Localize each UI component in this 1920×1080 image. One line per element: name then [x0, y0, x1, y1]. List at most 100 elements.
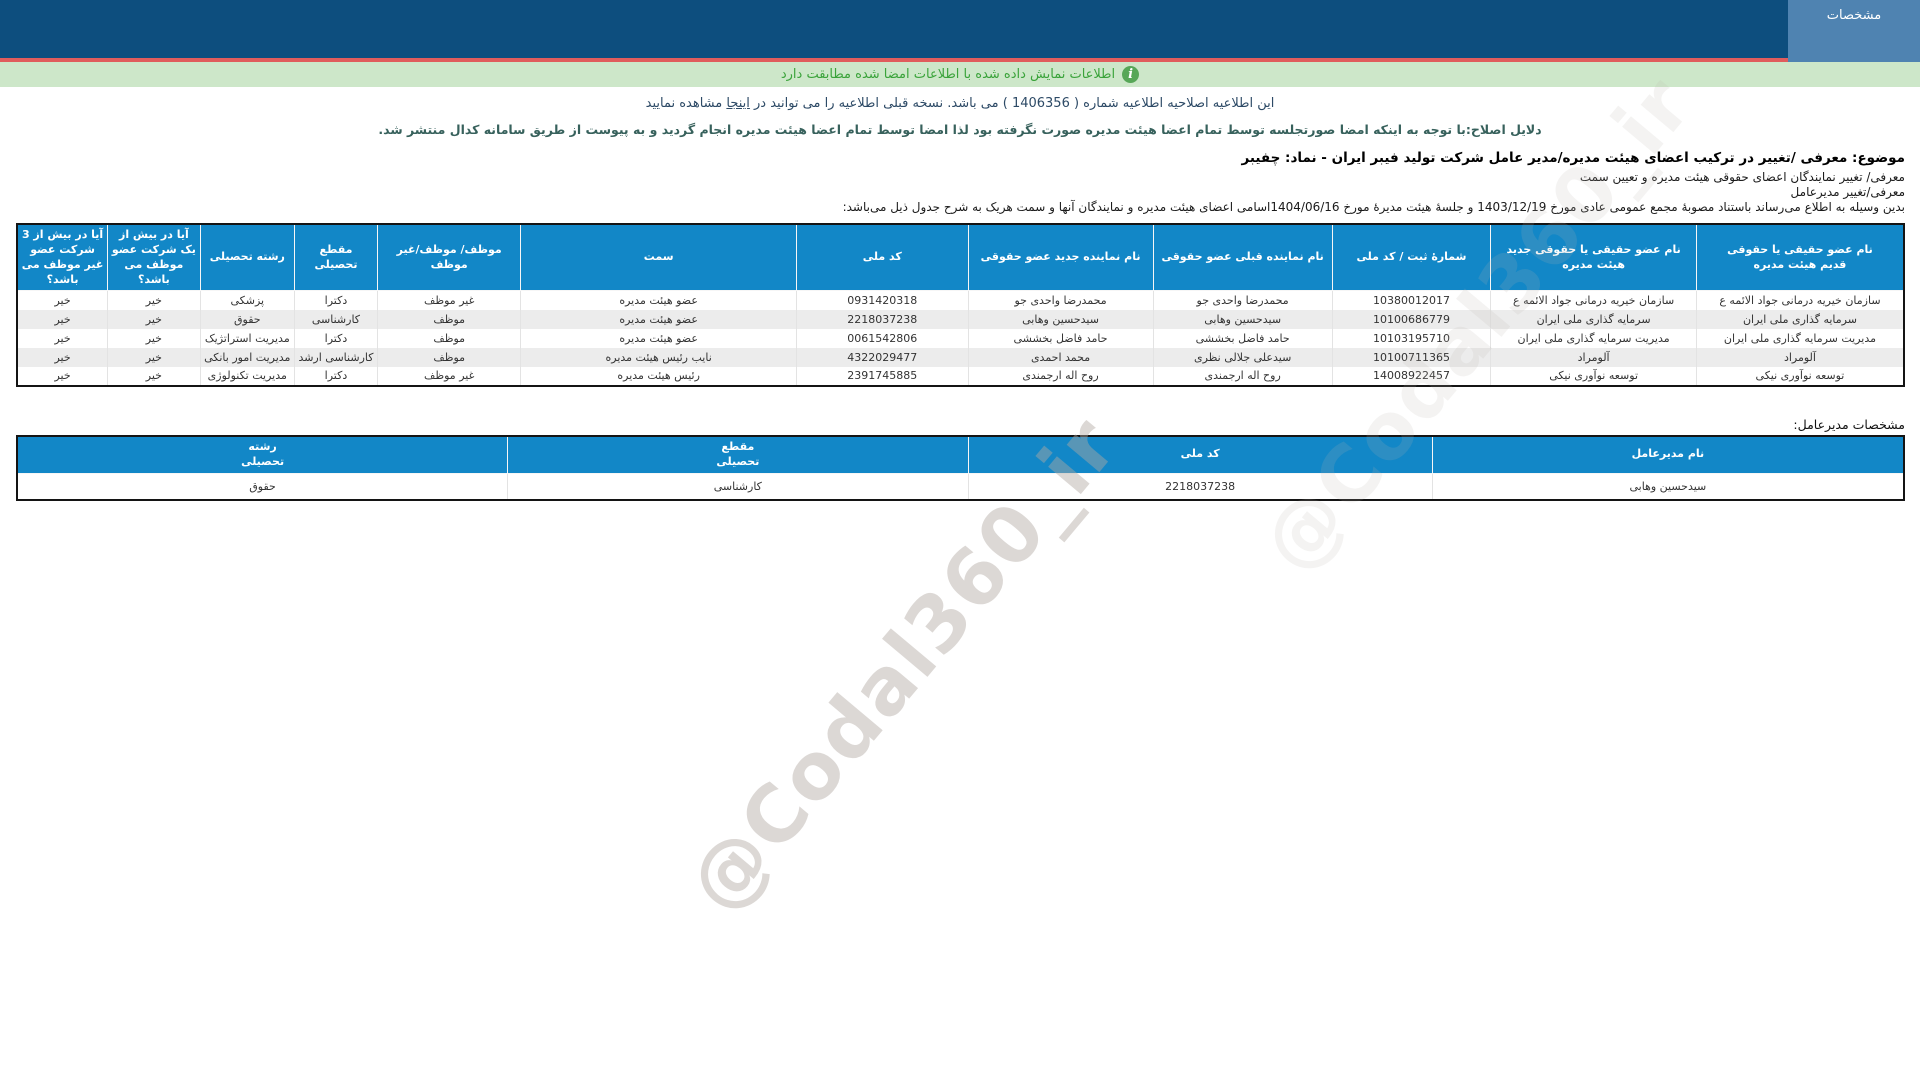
table-cell: عضو هیئت مدیره [521, 329, 797, 348]
subject-line-representatives: معرفی/ تغییر نمایندگان اعضای حقوقی هیئت … [15, 170, 1905, 185]
signature-status-text: اطلاعات نمایش داده شده با اطلاعات امضا ش… [781, 67, 1115, 82]
info-icon: i [1122, 66, 1139, 83]
table-cell: مدیریت استراتژیک [200, 329, 294, 348]
tab-specifications[interactable]: مشخصات [1788, 0, 1920, 62]
table-cell: موظف [377, 310, 520, 329]
table-cell: روح اله ارجمندی [968, 367, 1153, 386]
amendment-notice-prefix: این اطلاعیه اصلاحیه اطلاعیه شماره ( 1406… [750, 96, 1274, 111]
top-header-bar [0, 0, 1920, 58]
table-cell: 0061542806 [796, 329, 968, 348]
table-cell: خیر [108, 348, 200, 367]
column-header: آیا در بیش از یک شرکت عضو موظف می باشد؟ [108, 224, 200, 291]
table-cell: پزشکی [200, 291, 294, 310]
signature-status-bar: i اطلاعات نمایش داده شده با اطلاعات امضا… [0, 62, 1920, 87]
subject-block: موضوع: معرفی /تغییر در ترکیب اعضای هیئت … [15, 150, 1905, 215]
table-row: سرمایه گذاری ملی ایرانسرمایه گذاری ملی ا… [17, 310, 1904, 329]
table-cell: دکترا [294, 367, 377, 386]
table-cell: محمدرضا واحدی جو [968, 291, 1153, 310]
table-cell: سیدحسین وهابی [1432, 473, 1904, 500]
table-cell: خیر [108, 329, 200, 348]
table-cell: موظف [377, 329, 520, 348]
table-cell: حقوق [17, 473, 508, 500]
table-cell: توسعه نوآوری نیکی [1491, 367, 1697, 386]
subject-line-ceo-change: معرفی/تغییر مدیرعامل [15, 185, 1905, 200]
table-cell: سیدحسین وهابی [968, 310, 1153, 329]
subject-line-assembly: بدین وسیله به اطلاع می‌رساند باستناد مصو… [15, 200, 1905, 215]
table-cell: کارشناسی ارشد [294, 348, 377, 367]
tab-specifications-label: مشخصات [1827, 8, 1881, 23]
table-cell: سرمایه گذاری ملی ایران [1491, 310, 1697, 329]
table-cell: مدیریت تکنولوژی [200, 367, 294, 386]
subject-title: موضوع: معرفی /تغییر در ترکیب اعضای هیئت … [15, 150, 1905, 166]
table-cell: خیر [17, 310, 108, 329]
correction-reason-text: دلایل اصلاح:با توجه به اینکه امضا صورتجل… [0, 122, 1920, 137]
table-cell: سیدحسین وهابی [1153, 310, 1332, 329]
table-cell: غیر موظف [377, 291, 520, 310]
table-row: مدیریت سرمایه گذاری ملی ایرانمدیریت سرما… [17, 329, 1904, 348]
table-cell: توسعه نوآوری نیکی [1696, 367, 1904, 386]
table-cell: عضو هیئت مدیره [521, 291, 797, 310]
table-cell: غیر موظف [377, 367, 520, 386]
table-cell: سرمایه گذاری ملی ایران [1696, 310, 1904, 329]
column-header: موظف/ موظف/غیر موظف [377, 224, 520, 291]
ceo-table-header-row: نام مدیرعاملکد ملیمقطع تحصیلیرشته تحصیلی [17, 436, 1904, 473]
column-header: نام عضو حقیقی یا حقوقی جدید هیئت مدیره [1491, 224, 1697, 291]
table-cell: 10100711365 [1332, 348, 1491, 367]
board-table-header-row: نام عضو حقیقی یا حقوقی قدیم هیئت مدیرهنا… [17, 224, 1904, 291]
table-cell: 0931420318 [796, 291, 968, 310]
ceo-section-label: مشخصات مدیرعامل: [15, 417, 1905, 432]
table-cell: سیدعلی جلالی نظری [1153, 348, 1332, 367]
table-cell: حامد فاضل بخششی [968, 329, 1153, 348]
column-header: نام نماینده جدید عضو حقوقی [968, 224, 1153, 291]
table-cell: خیر [108, 291, 200, 310]
table-cell: موظف [377, 348, 520, 367]
column-header: شمارهٔ ثبت / کد ملی [1332, 224, 1491, 291]
table-cell: 10100686779 [1332, 310, 1491, 329]
table-cell: عضو هیئت مدیره [521, 310, 797, 329]
board-members-table: نام عضو حقیقی یا حقوقی قدیم هیئت مدیرهنا… [16, 223, 1905, 387]
column-header: کد ملی [796, 224, 968, 291]
ceo-table-wrapper: نام مدیرعاملکد ملیمقطع تحصیلیرشته تحصیلی… [16, 435, 1905, 501]
table-row: سازمان خیریه درمانی جواد الائمه عسازمان … [17, 291, 1904, 310]
table-cell: 2218037238 [796, 310, 968, 329]
table-cell: خیر [108, 310, 200, 329]
table-cell: خیر [17, 291, 108, 310]
table-cell: آلومراد [1696, 348, 1904, 367]
column-header: مقطع تحصیلی [294, 224, 377, 291]
column-header: کد ملی [968, 436, 1432, 473]
table-cell: 10103195710 [1332, 329, 1491, 348]
table-cell: مدیریت سرمایه گذاری ملی ایران [1696, 329, 1904, 348]
table-cell: 2218037238 [968, 473, 1432, 500]
page: { "header": { "tab_label": "مشخصات" }, "… [0, 0, 1920, 1080]
column-header: سمت [521, 224, 797, 291]
table-cell: مدیریت سرمایه گذاری ملی ایران [1491, 329, 1697, 348]
amendment-notice: این اطلاعیه اصلاحیه اطلاعیه شماره ( 1406… [0, 96, 1920, 111]
column-header: آیا در بیش از 3 شرکت عضو غیر موظف می باش… [17, 224, 108, 291]
table-cell: دکترا [294, 329, 377, 348]
table-cell: دکترا [294, 291, 377, 310]
table-cell: روح اله ارجمندی [1153, 367, 1332, 386]
previous-version-link[interactable]: اینجا [726, 96, 750, 111]
table-cell: حقوق [200, 310, 294, 329]
ceo-details-table: نام مدیرعاملکد ملیمقطع تحصیلیرشته تحصیلی… [16, 435, 1905, 501]
board-table-body: سازمان خیریه درمانی جواد الائمه عسازمان … [17, 291, 1904, 386]
ceo-table-body: سیدحسین وهابی2218037238کارشناسیحقوق [17, 473, 1904, 500]
table-cell: کارشناسی [508, 473, 968, 500]
table-row: آلومرادآلومراد10100711365سیدعلی جلالی نظ… [17, 348, 1904, 367]
table-cell: 10380012017 [1332, 291, 1491, 310]
table-cell: محمدرضا واحدی جو [1153, 291, 1332, 310]
table-cell: خیر [17, 348, 108, 367]
table-cell: 2391745885 [796, 367, 968, 386]
table-cell: سازمان خیریه درمانی جواد الائمه ع [1696, 291, 1904, 310]
table-cell: خیر [17, 329, 108, 348]
table-cell: نایب رئیس هیئت مدیره [521, 348, 797, 367]
table-cell: 4322029477 [796, 348, 968, 367]
column-header: نام نماینده قبلی عضو حقوقی [1153, 224, 1332, 291]
table-cell: کارشناسی [294, 310, 377, 329]
table-row: توسعه نوآوری نیکیتوسعه نوآوری نیکی140089… [17, 367, 1904, 386]
column-header: نام عضو حقیقی یا حقوقی قدیم هیئت مدیره [1696, 224, 1904, 291]
table-cell: سازمان خیریه درمانی جواد الائمه ع [1491, 291, 1697, 310]
column-header: رشته تحصیلی [17, 436, 508, 473]
table-row: سیدحسین وهابی2218037238کارشناسیحقوق [17, 473, 1904, 500]
table-cell: مدیریت امور بانکی [200, 348, 294, 367]
